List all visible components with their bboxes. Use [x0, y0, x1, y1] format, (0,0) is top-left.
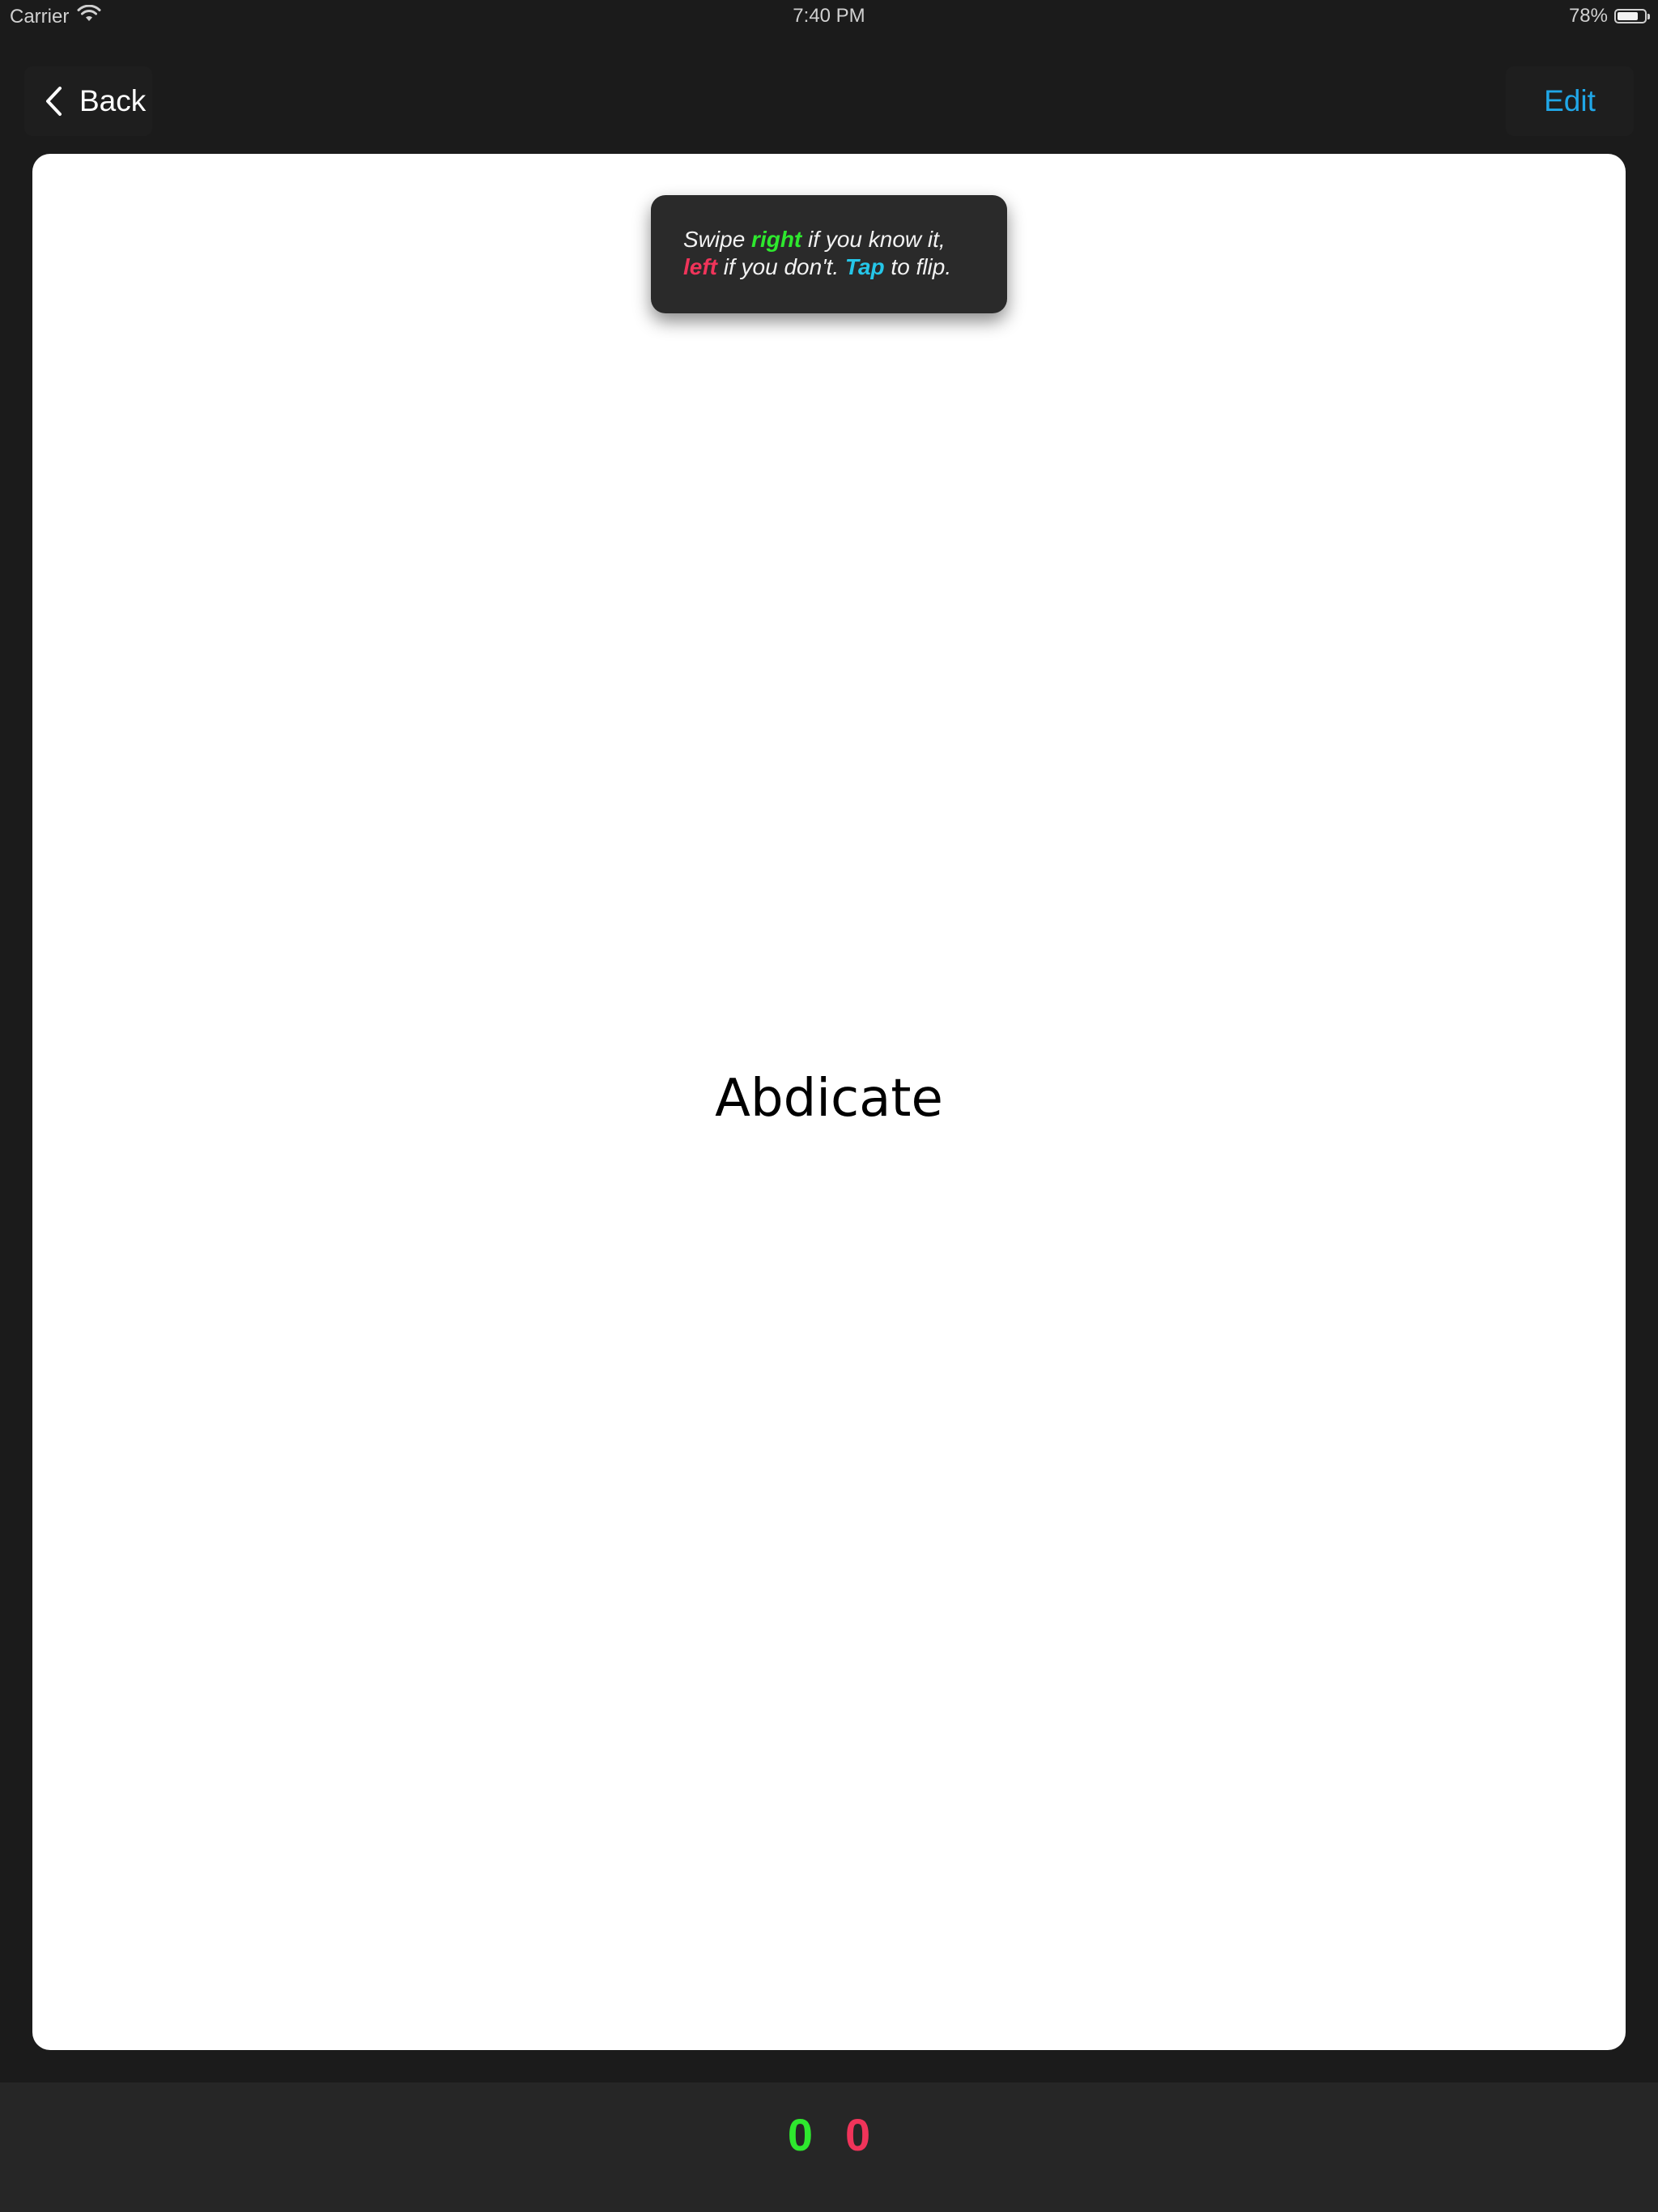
- hint-line-2: left if you don't. Tap to flip.: [683, 253, 983, 281]
- back-button[interactable]: Back: [24, 66, 152, 136]
- status-bar: Carrier 7:40 PM 78%: [0, 0, 1658, 32]
- edit-label: Edit: [1544, 84, 1596, 117]
- battery-icon: [1614, 9, 1650, 23]
- known-count: 0: [787, 2109, 813, 2160]
- battery-percent: 78%: [1568, 5, 1608, 27]
- unknown-count: 0: [845, 2109, 871, 2160]
- edit-button[interactable]: Edit: [1506, 66, 1634, 136]
- hint-text: if you don't.: [717, 254, 845, 279]
- scores: 0 0: [0, 2108, 1658, 2161]
- status-right: 78%: [1568, 5, 1650, 28]
- card-word: Abdicate: [715, 1069, 943, 1129]
- hint-keyword-right: right: [751, 227, 802, 252]
- battery-level-fill: [1618, 12, 1638, 20]
- flashcard-screen: Carrier 7:40 PM 78% Back Edit Abdicate S…: [0, 0, 1658, 2212]
- score-bar: 0 0: [0, 2082, 1658, 2212]
- hint-keyword-tap: Tap: [844, 254, 885, 279]
- status-time: 7:40 PM: [793, 5, 865, 27]
- back-label: Back: [79, 84, 147, 117]
- hint-text: if you know it,: [801, 227, 946, 252]
- swipe-hint-tooltip: Swipe right if you know it, left if you …: [651, 195, 1007, 313]
- hint-text: to flip.: [884, 254, 952, 279]
- hint-line-1: Swipe right if you know it,: [683, 226, 983, 253]
- hint-text: Swipe: [683, 227, 752, 252]
- flashcard[interactable]: Abdicate: [32, 154, 1626, 2050]
- chevron-left-icon: [39, 81, 68, 121]
- hint-keyword-left: left: [683, 254, 717, 279]
